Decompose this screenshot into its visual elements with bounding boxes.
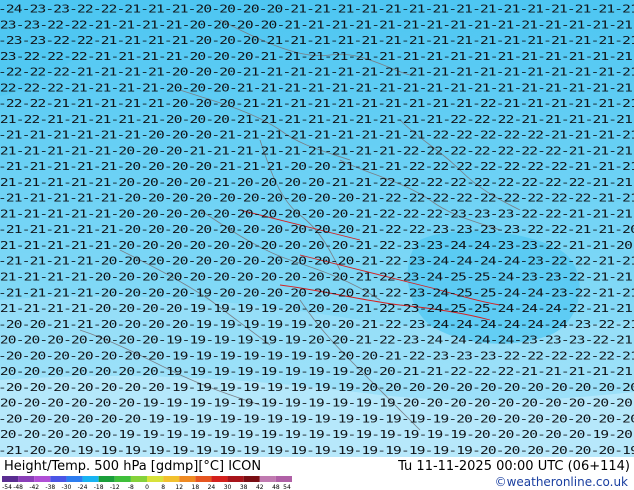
color-scale: -54 -48 -42 -38 -30 -24 -18 -12 -8 0 8 12 18 24 30 38 42…	[2, 476, 292, 490]
scale-swatch	[275, 476, 292, 482]
scale-tick-label: 12	[175, 484, 183, 490]
scale-swatch	[114, 476, 131, 482]
scale-swatch	[227, 476, 244, 482]
scale-swatch	[211, 476, 228, 482]
scale-swatch	[147, 476, 164, 482]
temperature-row: -20-20-21-21-20-20-20-20-19-19-19-19-19-…	[0, 319, 634, 331]
temperature-row: -21-21-21-21-21-20-20-20-20-20-20-20-20-…	[0, 224, 634, 236]
temperature-row: -21-21-21-21-21-20-20-20-20-21-20-20-20-…	[0, 177, 632, 189]
temperature-row: -21-21-21-21-20-20-20-20-19-20-20-20-20-…	[0, 287, 634, 299]
temperature-labels: -24-23-23-22-22-21-21-21-20-20-20-20-21-…	[0, 4, 634, 457]
forecast-time: Tu 11-11-2025 00:00 UTC (06+114)	[398, 459, 630, 474]
scale-tick-label: -54	[2, 484, 12, 490]
scale-tick-label: -18	[94, 484, 104, 490]
temperature-row: -22-22-22-21-21-21-21-20-20-20-21-21-21-…	[0, 82, 632, 94]
scale-tick-label: -48	[13, 484, 23, 490]
scale-swatch	[179, 476, 196, 482]
temperature-row: -23-23-22-22-21-21-21-21-20-20-20-20-21-…	[0, 19, 632, 31]
scale-tick-label: 24	[208, 484, 216, 490]
scale-swatch	[18, 476, 35, 482]
temperature-row: -21-21-21-21-21-20-20-20-20-20-20-20-20-…	[0, 193, 634, 205]
scale-swatch	[259, 476, 276, 482]
scale-swatch	[130, 476, 147, 482]
temperature-row: -21-21-21-21-21-20-20-20-20-20-20-20-20-…	[0, 208, 632, 220]
scale-tick-label: 8	[161, 484, 165, 490]
temperature-row: -23-23-22-22-21-21-21-21-20-20-20-21-21-…	[0, 35, 634, 47]
temperature-row: -22-22-21-21-21-21-21-20-20-20-21-21-21-…	[0, 98, 634, 110]
temperature-row: -21-21-21-21-21-20-20-20-20-20-20-20-20-…	[0, 240, 632, 252]
scale-swatch	[243, 476, 260, 482]
scale-tick-label: 0	[145, 484, 149, 490]
temperature-row: -20-20-20-20-20-20-19-19-19-19-19-19-19-…	[0, 413, 634, 425]
temperature-row: -21-21-21-21-21-20-20-20-21-21-21-21-21-…	[0, 145, 632, 157]
weather-map: -24-23-23-22-22-21-21-21-20-20-20-20-21-…	[0, 0, 634, 457]
scale-swatch	[82, 476, 99, 482]
scale-tick-label: -30	[62, 484, 72, 490]
scale-swatch	[2, 476, 19, 482]
scale-tick-label: -8	[128, 484, 134, 490]
scale-tick-label: -38	[45, 484, 55, 490]
scale-swatch	[66, 476, 83, 482]
map-footer: Height/Temp. 500 hPa [gdmp][°C] ICON Tu …	[0, 457, 634, 490]
scale-swatch	[34, 476, 51, 482]
scale-swatch	[50, 476, 67, 482]
temperature-row: -21-20-20-19-19-19-19-19-19-19-19-19-19-…	[0, 445, 634, 457]
temperature-row: -20-20-20-20-20-20-20-19-19-19-19-19-19-…	[0, 335, 632, 347]
scale-tick-label: 38	[240, 484, 248, 490]
temperature-row: -20-20-20-20-20-19-19-19-19-19-19-19-19-…	[0, 429, 632, 441]
scale-swatch	[163, 476, 180, 482]
temperature-row: -20-20-20-20-20-20-20-19-19-19-19-19-19-…	[0, 350, 634, 362]
temperature-row: -23-22-22-22-21-21-21-21-20-20-20-21-21-…	[0, 51, 632, 63]
scale-tick-label: 18	[192, 484, 200, 490]
scale-tick-label: -12	[110, 484, 120, 490]
scale-tick-label: 42	[256, 484, 264, 490]
temperature-row: -21-21-21-21-21-21-20-20-20-21-21-21-21-…	[0, 130, 634, 142]
scale-swatch	[98, 476, 115, 482]
temperature-row: -20-20-20-20-20-20-19-19-19-19-19-19-19-…	[0, 398, 632, 410]
map-canvas: -24-23-23-22-22-21-21-21-20-20-20-20-21-…	[0, 0, 634, 457]
temperature-row: -21-21-21-21-20-20-20-20-20-20-20-20-20-…	[0, 272, 632, 284]
scale-swatch	[195, 476, 212, 482]
map-title: Height/Temp. 500 hPa [gdmp][°C] ICON	[4, 459, 262, 474]
temperature-row: -24-23-23-22-22-21-21-21-20-20-20-20-21-…	[0, 4, 634, 16]
temperature-row: -22-22-22-21-21-21-21-20-20-20-21-21-21-…	[0, 67, 634, 79]
scale-tick-label: -24	[78, 484, 88, 490]
temperature-row: -20-20-20-20-20-20-20-19-19-19-19-19-19-…	[0, 382, 634, 394]
temperature-row: -21-22-21-21-21-21-21-20-20-20-21-21-21-…	[0, 114, 632, 126]
scale-tick-label: 30	[224, 484, 232, 490]
credit-link[interactable]: ©weatheronline.co.uk	[495, 475, 628, 489]
temperature-row: -21-21-21-21-20-20-20-20-20-20-20-20-20-…	[0, 256, 634, 268]
scale-tick-label: 54	[283, 484, 291, 490]
temperature-row: -21-21-21-21-20-20-20-20-19-19-19-19-20-…	[0, 303, 632, 315]
temperature-row: -20-20-20-20-20-20-20-19-19-19-19-19-19-…	[0, 366, 632, 378]
temperature-row: -21-21-21-21-21-20-20-20-20-21-21-21-20-…	[0, 161, 634, 173]
scale-tick-label: -42	[29, 484, 39, 490]
scale-tick-label: 48	[272, 484, 280, 490]
